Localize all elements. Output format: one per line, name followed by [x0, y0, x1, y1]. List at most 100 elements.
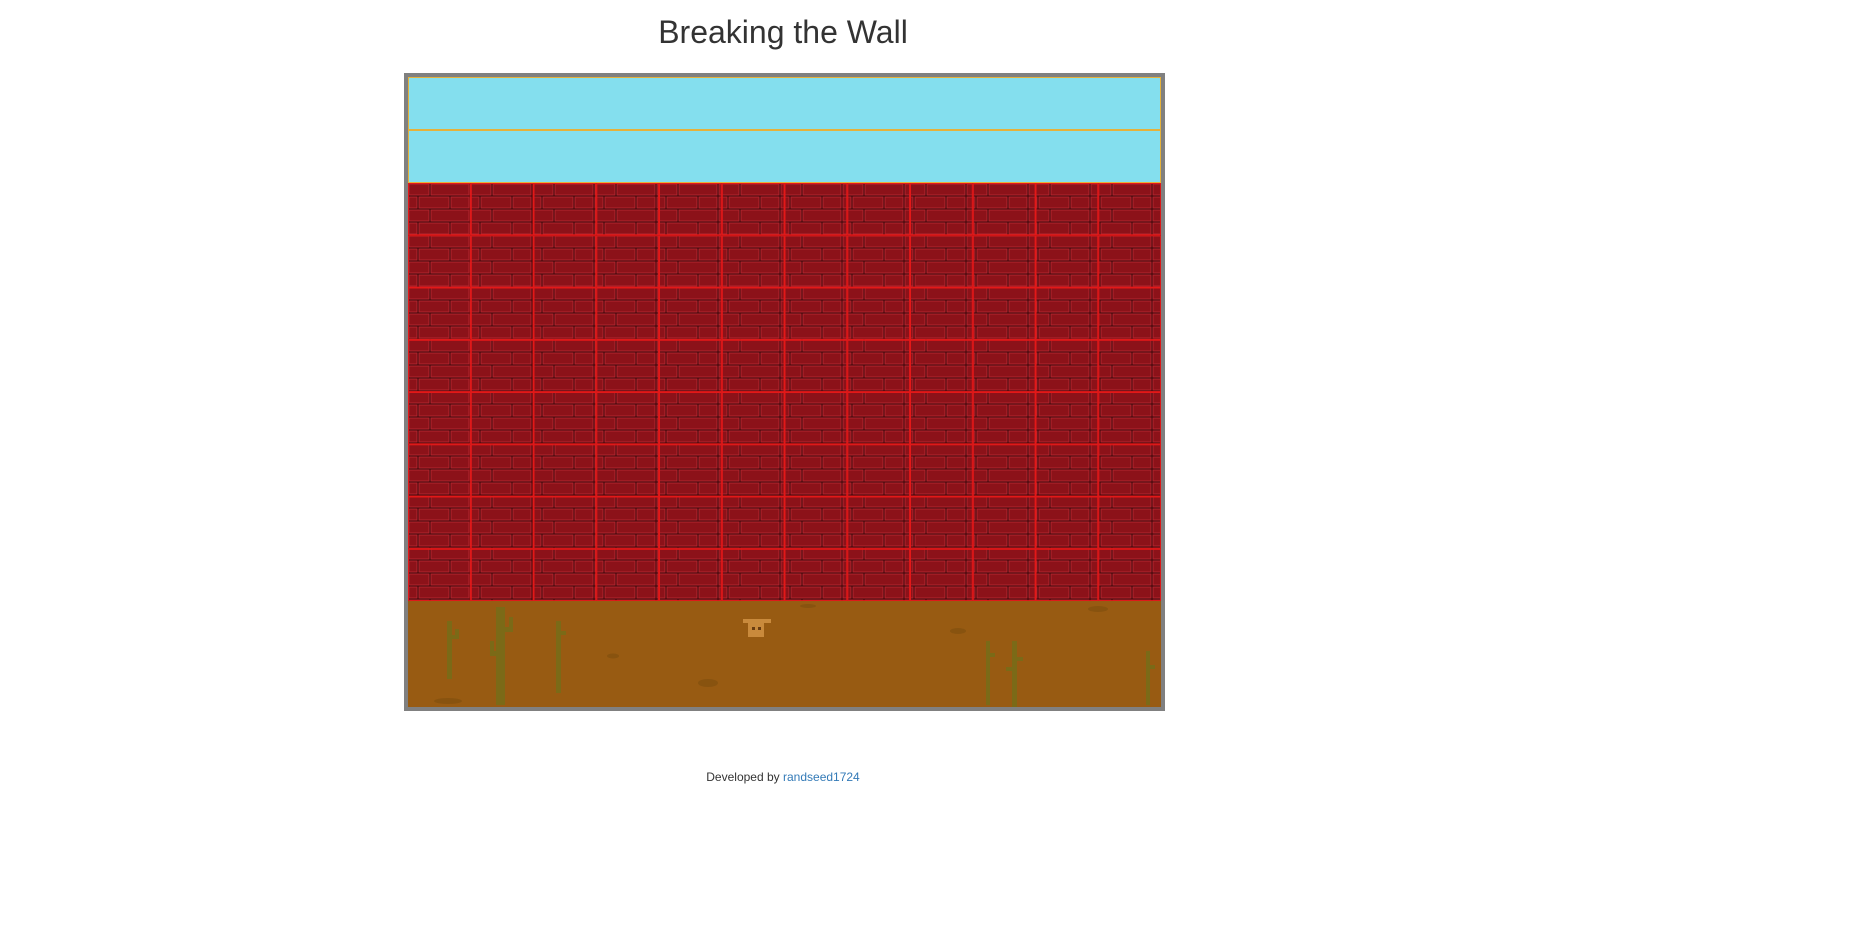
wall-brick-cell[interactable]: [596, 339, 660, 393]
wall-brick-cell[interactable]: [784, 339, 848, 393]
wall-brick-cell[interactable]: [972, 548, 1036, 601]
wall-brick-cell[interactable]: [533, 392, 597, 445]
wall-brick-cell[interactable]: [1098, 287, 1161, 340]
wall-brick-cell[interactable]: [972, 444, 1036, 497]
wall-brick-cell[interactable]: [408, 496, 471, 549]
wall-brick-cell[interactable]: [596, 183, 660, 236]
wall-brick-cell[interactable]: [1035, 183, 1099, 236]
wall-brick-cell[interactable]: [470, 235, 534, 288]
wall-brick-cell[interactable]: [1035, 287, 1099, 340]
wall-brick-cell[interactable]: [972, 287, 1036, 340]
wall-brick-cell[interactable]: [470, 548, 534, 601]
wall-brick-cell[interactable]: [1035, 392, 1099, 445]
wall-brick-cell[interactable]: [596, 496, 660, 549]
wall-brick-cell[interactable]: [847, 548, 911, 601]
wall-brick-cell[interactable]: [910, 235, 973, 288]
wall-brick-cell[interactable]: [1035, 339, 1099, 393]
wall-brick-cell[interactable]: [910, 392, 973, 445]
wall-brick-cell[interactable]: [1098, 496, 1161, 549]
wall-brick-cell[interactable]: [408, 287, 471, 340]
wall-brick-cell[interactable]: [659, 392, 722, 445]
wall-brick-cell[interactable]: [721, 548, 785, 601]
wall-brick-cell[interactable]: [972, 496, 1036, 549]
wall-brick-cell[interactable]: [408, 392, 471, 445]
wall-brick-cell[interactable]: [1098, 183, 1161, 236]
wall-brick-cell[interactable]: [470, 339, 534, 393]
wall-brick-cell[interactable]: [721, 339, 785, 393]
wall-brick-cell[interactable]: [470, 287, 534, 340]
wall-brick-cell[interactable]: [1098, 235, 1161, 288]
wall-brick-cell[interactable]: [847, 183, 911, 236]
wall-brick-cell[interactable]: [721, 235, 785, 288]
wall-brick-cell[interactable]: [784, 183, 848, 236]
wall-brick-cell[interactable]: [784, 392, 848, 445]
wall-brick-cell[interactable]: [659, 339, 722, 393]
wall-brick-cell[interactable]: [533, 235, 597, 288]
wall-brick-cell[interactable]: [910, 444, 973, 497]
wall-brick-cell[interactable]: [972, 392, 1036, 445]
wall-brick-cell[interactable]: [408, 183, 471, 236]
wall-brick-cell[interactable]: [596, 548, 660, 601]
wall-brick-cell[interactable]: [1035, 496, 1099, 549]
wall-brick-cell[interactable]: [721, 444, 785, 497]
wall-brick-cell[interactable]: [847, 287, 911, 340]
wall-brick-cell[interactable]: [533, 496, 597, 549]
wall-brick-cell[interactable]: [1035, 235, 1099, 288]
wall-brick-cell[interactable]: [972, 183, 1036, 236]
wall-brick-cell[interactable]: [784, 496, 848, 549]
wall-brick-cell[interactable]: [721, 183, 785, 236]
wall-brick-cell[interactable]: [659, 287, 722, 340]
wall-brick-cell[interactable]: [721, 287, 785, 340]
wall-brick-cell[interactable]: [847, 392, 911, 445]
wall-brick-cell[interactable]: [972, 235, 1036, 288]
wall-brick-cell[interactable]: [533, 548, 597, 601]
wall-brick-cell[interactable]: [533, 339, 597, 393]
wall-brick-cell[interactable]: [1098, 339, 1161, 393]
wall-brick-cell[interactable]: [784, 444, 848, 497]
wall-brick-cell[interactable]: [408, 339, 471, 393]
wall-brick-cell[interactable]: [1035, 444, 1099, 497]
wall-brick-cell[interactable]: [910, 339, 973, 393]
wall-brick-cell[interactable]: [847, 339, 911, 393]
wall-brick-cell[interactable]: [408, 444, 471, 497]
wall-brick-cell[interactable]: [659, 444, 722, 497]
wall-brick-cell[interactable]: [659, 235, 722, 288]
wall-brick-cell[interactable]: [910, 548, 973, 601]
wall-brick-cell[interactable]: [659, 183, 722, 236]
wall-brick-cell[interactable]: [596, 392, 660, 445]
wall-brick-cell[interactable]: [596, 235, 660, 288]
wall-brick-cell[interactable]: [533, 444, 597, 497]
wall-brick-cell[interactable]: [408, 548, 471, 601]
wall-brick-cell[interactable]: [1098, 444, 1161, 497]
wall-brick-cell[interactable]: [659, 496, 722, 549]
wall-brick-cell[interactable]: [847, 235, 911, 288]
wall-brick-cell[interactable]: [1098, 548, 1161, 601]
wall-brick-cell[interactable]: [1098, 392, 1161, 445]
wall-brick-cell[interactable]: [533, 287, 597, 340]
wall-brick-cell[interactable]: [470, 496, 534, 549]
wall-brick-cell[interactable]: [721, 496, 785, 549]
wall-brick-cell[interactable]: [972, 339, 1036, 393]
wall-brick-cell[interactable]: [784, 287, 848, 340]
wall-brick-cell[interactable]: [910, 183, 973, 236]
wall-brick-cell[interactable]: [408, 235, 471, 288]
author-link[interactable]: randseed1724: [783, 770, 860, 784]
game-board[interactable]: [404, 73, 1165, 711]
wall-brick-cell[interactable]: [784, 235, 848, 288]
wall-brick-cell[interactable]: [470, 392, 534, 445]
wall-brick-cell[interactable]: [847, 496, 911, 549]
wall-brick-cell[interactable]: [470, 444, 534, 497]
wall-brick-cell[interactable]: [533, 183, 597, 236]
wall-brick-cell[interactable]: [596, 287, 660, 340]
wall-brick-cell[interactable]: [784, 548, 848, 601]
wall-brick-cell[interactable]: [659, 548, 722, 601]
wall-brick-cell[interactable]: [910, 287, 973, 340]
sky-row[interactable]: [408, 77, 1161, 130]
wall-brick-cell[interactable]: [596, 444, 660, 497]
wall-brick-cell[interactable]: [847, 444, 911, 497]
wall-brick-cell[interactable]: [1035, 548, 1099, 601]
wall-brick-cell[interactable]: [721, 392, 785, 445]
sky-row[interactable]: [408, 130, 1161, 183]
wall-brick-cell[interactable]: [910, 496, 973, 549]
wall-brick-cell[interactable]: [470, 183, 534, 236]
